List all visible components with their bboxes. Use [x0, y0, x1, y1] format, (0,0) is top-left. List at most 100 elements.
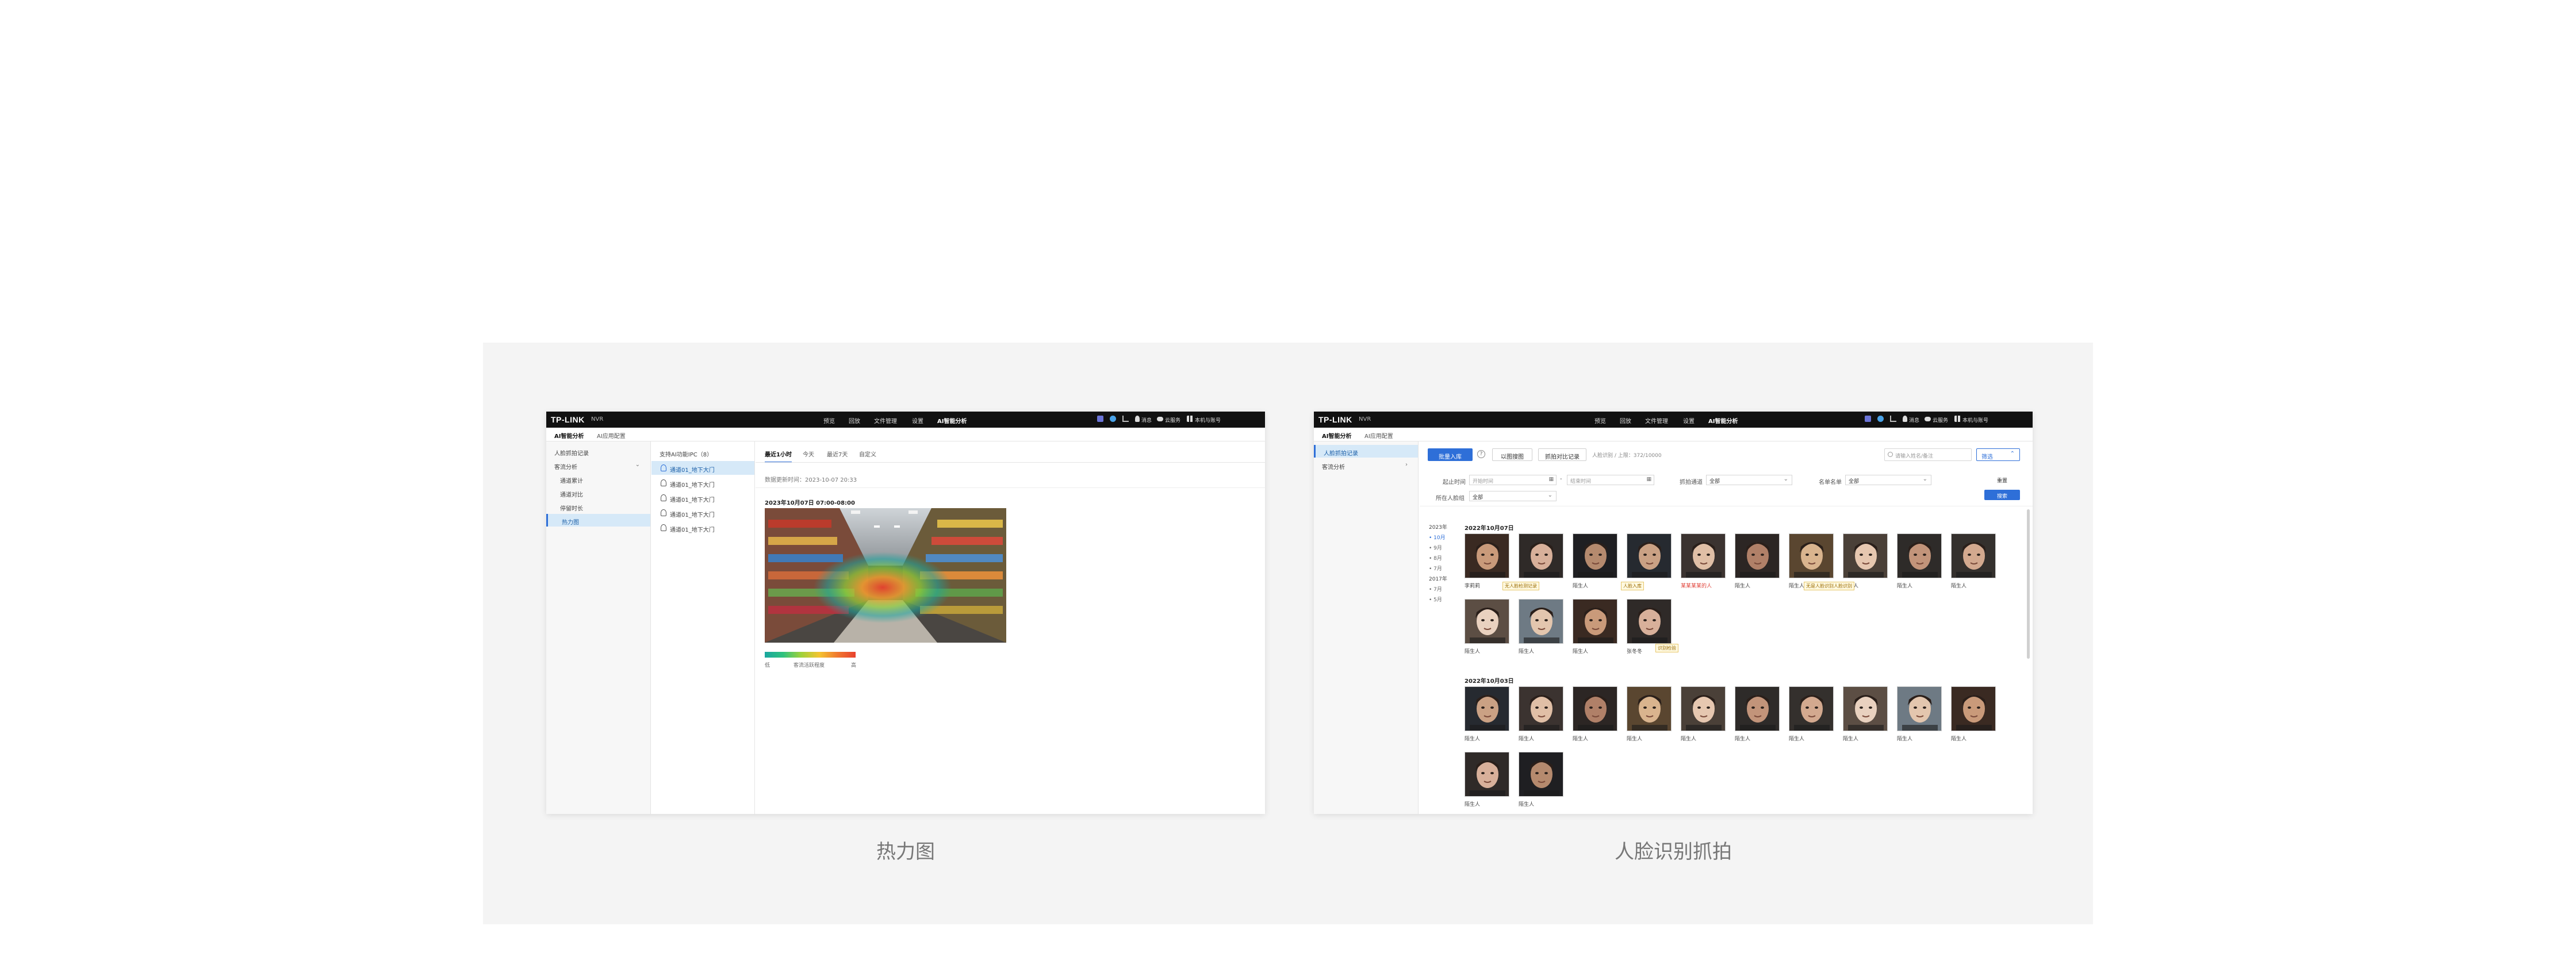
nav-ai-analysis[interactable]: AI智能分析	[1708, 416, 1738, 425]
ipc-item[interactable]: 通道01_地下大门	[651, 491, 754, 505]
month-item[interactable]: • 9月	[1429, 544, 1442, 551]
compare-records-button[interactable]: 抓拍对比记录	[1538, 448, 1586, 461]
search-input[interactable]: 请输入姓名/备注	[1884, 448, 1972, 461]
face-thumbnail[interactable]	[1951, 686, 1996, 731]
signal-icon[interactable]	[1890, 416, 1896, 422]
sidebar-item-face-records[interactable]: 人脸抓拍记录	[546, 445, 650, 458]
face-thumbnail[interactable]	[1897, 533, 1942, 578]
nav-files[interactable]: 文件管理	[1645, 416, 1668, 425]
month-item[interactable]: • 8月	[1429, 554, 1442, 562]
list-label: 名单名单	[1819, 479, 1842, 486]
ipc-item[interactable]: 通道01_地下大门	[651, 476, 754, 490]
face-thumbnail[interactable]	[1573, 599, 1617, 644]
face-thumbnail[interactable]	[1465, 533, 1509, 578]
signal-icon[interactable]	[1122, 416, 1129, 422]
face-thumbnail[interactable]	[1843, 686, 1888, 731]
face-thumbnail[interactable]	[1465, 599, 1509, 644]
nav-preview[interactable]: 预览	[1594, 416, 1606, 425]
month-item[interactable]: • 7月	[1429, 564, 1442, 572]
tool-icon[interactable]	[1097, 416, 1103, 422]
face-thumbnail[interactable]	[1519, 752, 1563, 797]
time-label: 起止时间	[1443, 479, 1466, 486]
face-thumbnail[interactable]	[1465, 686, 1509, 731]
sidebar-item-traffic[interactable]: 客流分析 ⌄	[546, 459, 650, 471]
message-label[interactable]: 消息	[1909, 416, 1919, 424]
tool-icon[interactable]	[1865, 416, 1871, 422]
face-thumbnail[interactable]	[1789, 533, 1834, 578]
channel-select[interactable]: 全部 ⌄	[1706, 475, 1792, 485]
tab-last-7-days[interactable]: 最近7天	[827, 450, 848, 458]
grid-icon[interactable]	[1187, 416, 1193, 422]
cloud-icon[interactable]	[1925, 417, 1931, 421]
user-icon[interactable]	[1877, 416, 1884, 422]
sidebar-item-heatmap[interactable]: 热力图	[546, 514, 650, 527]
tab-ai-analysis[interactable]: AI智能分析	[1322, 431, 1352, 443]
sidebar-item-channel-total[interactable]: 通道累计	[546, 473, 650, 485]
nav-playback[interactable]: 回放	[849, 416, 860, 425]
reset-button[interactable]: 重置	[1984, 474, 2020, 486]
face-thumbnail[interactable]	[1519, 686, 1563, 731]
face-thumbnail[interactable]	[1735, 533, 1780, 578]
sidebar-item-dwell-time[interactable]: 停留时长	[546, 500, 650, 513]
account-label[interactable]: 本机与账号	[1962, 416, 1988, 424]
scrollbar[interactable]	[2027, 509, 2030, 659]
face-thumbnail[interactable]	[1681, 686, 1726, 731]
face-thumbnail[interactable]	[1573, 686, 1617, 731]
ipc-item[interactable]: 通道01_地下大门	[651, 521, 754, 535]
group-select[interactable]: 全部 ⌄	[1469, 491, 1557, 501]
cloud-label[interactable]: 云服务	[1933, 416, 1948, 424]
nav-settings[interactable]: 设置	[1683, 416, 1695, 425]
bell-icon[interactable]	[1135, 416, 1140, 422]
ipc-item[interactable]: 通道01_地下大门	[651, 506, 754, 520]
sidebar-item-traffic[interactable]: 客流分析 ›	[1314, 459, 1418, 471]
ipc-label: 通道01_地下大门	[670, 497, 715, 504]
sidebar-item-channel-compare[interactable]: 通道对比	[546, 486, 650, 499]
search-button[interactable]: 搜索	[1984, 490, 2020, 500]
cloud-icon[interactable]	[1157, 417, 1163, 421]
year-label[interactable]: 2017年	[1429, 575, 1447, 582]
face-thumbnail[interactable]	[1681, 533, 1726, 578]
face-thumbnail[interactable]	[1573, 533, 1617, 578]
filter-toggle[interactable]: 筛选 ⌃	[1976, 448, 2020, 461]
month-item[interactable]: • 5月	[1429, 596, 1442, 603]
face-thumbnail[interactable]	[1465, 752, 1509, 797]
face-thumbnail[interactable]	[1519, 533, 1563, 578]
image-search-button[interactable]: 以图搜图	[1492, 448, 1532, 461]
ipc-item[interactable]: 通道01_地下大门	[651, 461, 754, 475]
face-thumbnail[interactable]	[1735, 686, 1780, 731]
nav-playback[interactable]: 回放	[1620, 416, 1631, 425]
tab-ai-analysis[interactable]: AI智能分析	[554, 431, 584, 443]
sidebar-item-face-records[interactable]: 人脸抓拍记录	[1314, 445, 1418, 458]
nav-preview[interactable]: 预览	[823, 416, 835, 425]
tab-today[interactable]: 今天	[803, 450, 814, 458]
user-icon[interactable]	[1110, 416, 1116, 422]
list-select[interactable]: 全部 ⌄	[1845, 475, 1931, 485]
year-label[interactable]: 2023年	[1429, 523, 1447, 531]
face-thumbnail[interactable]	[1627, 686, 1672, 731]
month-item[interactable]: • 7月	[1429, 585, 1442, 593]
face-thumbnail[interactable]	[1951, 533, 1996, 578]
nav-settings[interactable]: 设置	[912, 416, 923, 425]
batch-add-button[interactable]: 批量入库	[1428, 448, 1473, 461]
tab-custom[interactable]: 自定义	[859, 450, 876, 458]
nav-ai-analysis[interactable]: AI智能分析	[937, 416, 967, 425]
face-thumbnail[interactable]	[1789, 686, 1834, 731]
face-thumbnail[interactable]	[1897, 686, 1942, 731]
start-time-input[interactable]: 开始时间 ▦	[1469, 475, 1557, 485]
end-time-input[interactable]: 结束时间 ▦	[1567, 475, 1654, 485]
month-item[interactable]: • 10月	[1429, 533, 1446, 541]
face-thumbnail[interactable]	[1627, 533, 1672, 578]
nav-files[interactable]: 文件管理	[874, 416, 897, 425]
tab-last-hour[interactable]: 最近1小时	[765, 450, 792, 463]
account-label[interactable]: 本机与账号	[1195, 416, 1221, 424]
face-thumbnail[interactable]	[1843, 533, 1888, 578]
tab-ai-config[interactable]: AI应用配置	[1364, 431, 1393, 440]
tab-ai-config[interactable]: AI应用配置	[597, 431, 626, 440]
grid-icon[interactable]	[1954, 416, 1961, 422]
bell-icon[interactable]	[1903, 416, 1907, 422]
help-icon[interactable]: ?	[1477, 450, 1485, 458]
message-label[interactable]: 消息	[1141, 416, 1152, 424]
cloud-label[interactable]: 云服务	[1165, 416, 1180, 424]
face-thumbnail[interactable]	[1627, 599, 1672, 644]
face-thumbnail[interactable]	[1519, 599, 1563, 644]
